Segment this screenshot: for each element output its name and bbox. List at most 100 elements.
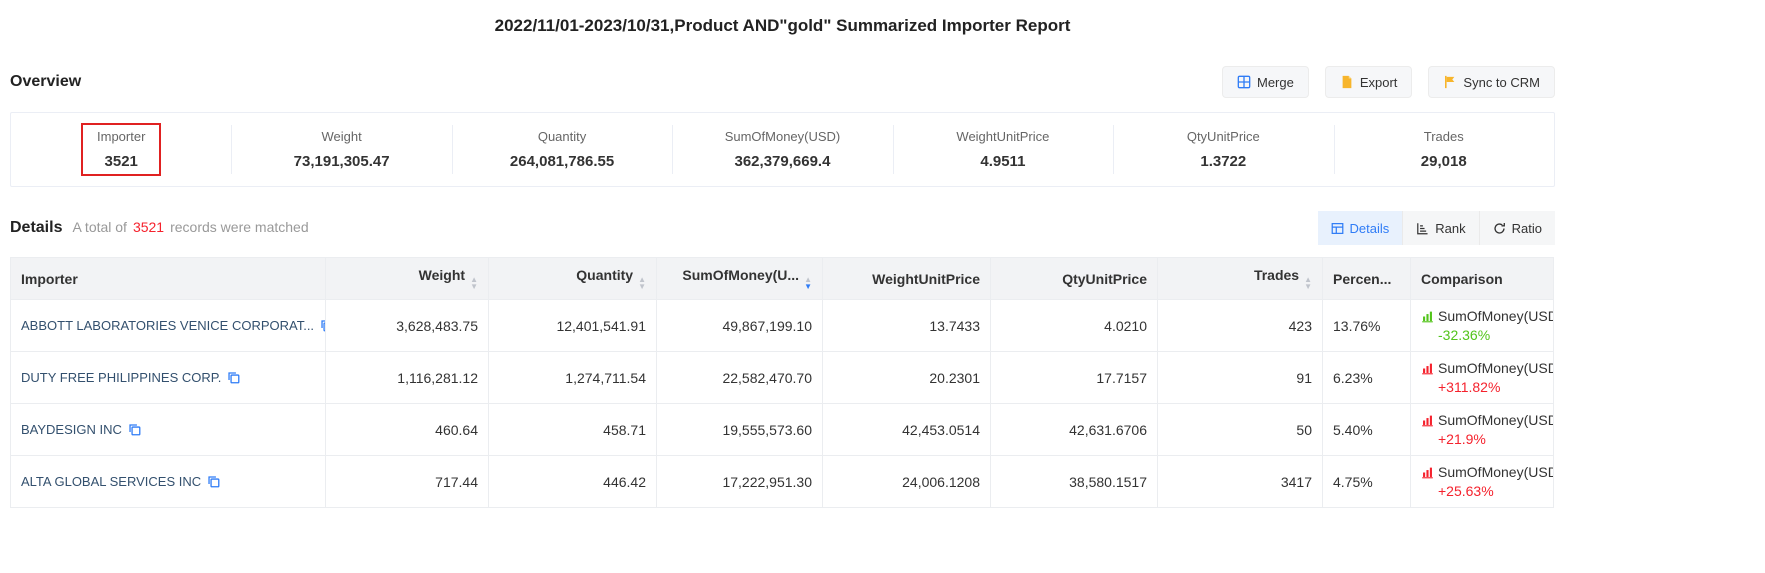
col-label: QtyUnitPrice <box>1062 271 1147 287</box>
cell-weight: 3,628,483.75 <box>326 300 489 352</box>
copy-icon[interactable] <box>207 475 220 491</box>
bar-chart-icon <box>1421 414 1434 427</box>
stat-weight: Weight 73,191,305.47 <box>231 113 451 186</box>
stat-label: QtyUnitPrice <box>1187 129 1260 144</box>
importer-table: Importer Weight ▲▼ Quantity ▲▼ SumOfMoney(… <box>10 257 1554 508</box>
importer-name-link[interactable]: ABBOTT LABORATORIES VENICE CORPORAT... <box>21 318 314 333</box>
bar-chart-icon <box>1421 466 1434 479</box>
cell-weight-unit-price: 42,453.0514 <box>823 404 991 456</box>
col-header-trades[interactable]: Trades▲▼ <box>1158 258 1323 300</box>
comparison-cell: SumOfMoney(USD) -32.36% <box>1411 300 1554 352</box>
comparison-cell: SumOfMoney(USD) +311.82% <box>1411 352 1554 404</box>
table-header-row: Importer Weight ▲▼ Quantity ▲▼ SumOfMoney(… <box>11 258 1554 300</box>
stat-label: Trades <box>1421 129 1467 144</box>
rank-chart-icon <box>1416 222 1429 235</box>
cell-percent: 5.40% <box>1323 404 1411 456</box>
merge-button[interactable]: Merge <box>1222 66 1309 98</box>
col-header-weight[interactable]: Weight ▲▼ <box>326 258 489 300</box>
tab-ratio-label: Ratio <box>1512 221 1542 236</box>
cell-trades: 423 <box>1158 300 1323 352</box>
importer-name-link[interactable]: ALTA GLOBAL SERVICES INC <box>21 474 201 489</box>
col-header-percent: Percen... <box>1323 258 1411 300</box>
bar-chart-icon <box>1421 362 1434 375</box>
stat-label: Quantity <box>510 129 614 144</box>
col-label: WeightUnitPrice <box>872 271 980 287</box>
export-button[interactable]: Export <box>1325 66 1413 98</box>
comparison-change: +25.63% <box>1421 483 1543 499</box>
comparison-label: SumOfMoney(USD) <box>1438 464 1554 480</box>
col-header-quantity[interactable]: Quantity ▲▼ <box>489 258 657 300</box>
cell-trades: 50 <box>1158 404 1323 456</box>
col-header-comparison: Comparison <box>1411 258 1554 300</box>
cell-sum-of-money: 22,582,470.70 <box>657 352 823 404</box>
stat-value: 362,379,669.4 <box>725 153 841 170</box>
col-label: Weight <box>419 267 465 283</box>
stat-label: Importer <box>97 129 145 144</box>
sort-icon[interactable]: ▲▼ <box>804 276 812 290</box>
comparison-label: SumOfMoney(USD) <box>1438 412 1554 428</box>
cell-trades: 3417 <box>1158 456 1323 508</box>
cell-qty-unit-price: 38,580.1517 <box>991 456 1158 508</box>
stat-label: Weight <box>294 129 390 144</box>
comparison-cell: SumOfMoney(USD) +21.9% <box>1411 404 1554 456</box>
summary-suffix: records were matched <box>170 219 309 235</box>
export-document-icon <box>1340 75 1354 89</box>
cell-weight: 717.44 <box>326 456 489 508</box>
sort-icon[interactable]: ▲▼ <box>470 276 478 290</box>
copy-icon[interactable] <box>128 423 141 439</box>
cell-quantity: 1,274,711.54 <box>489 352 657 404</box>
overview-header: Overview Merge Export <box>10 66 1555 98</box>
stat-sum-of-money: SumOfMoney(USD) 362,379,669.4 <box>672 113 892 186</box>
cell-percent: 4.75% <box>1323 456 1411 508</box>
sort-icon[interactable]: ▲▼ <box>638 276 646 290</box>
table-row[interactable]: ALTA GLOBAL SERVICES INC 717.44 446.42 1… <box>11 456 1554 508</box>
stat-label: WeightUnitPrice <box>956 129 1049 144</box>
page-title: 2022/11/01-2023/10/31,Product AND"gold" … <box>10 0 1555 36</box>
toolbar: Merge Export Sync to CRM <box>1222 66 1555 98</box>
table-icon <box>1331 222 1344 235</box>
importer-name-link[interactable]: DUTY FREE PHILIPPINES CORP. <box>21 370 221 385</box>
cell-quantity: 446.42 <box>489 456 657 508</box>
cell-sum-of-money: 19,555,573.60 <box>657 404 823 456</box>
col-label: Quantity <box>576 267 633 283</box>
tab-rank-label: Rank <box>1435 221 1465 236</box>
cell-qty-unit-price: 4.0210 <box>991 300 1158 352</box>
table-row[interactable]: BAYDESIGN INC 460.64 458.71 19,555,573.6… <box>11 404 1554 456</box>
summary-prefix: A total of <box>72 219 126 235</box>
stat-value: 3521 <box>97 153 145 170</box>
tab-ratio[interactable]: Ratio <box>1479 211 1555 245</box>
tab-rank[interactable]: Rank <box>1402 211 1478 245</box>
copy-icon[interactable] <box>227 371 240 387</box>
cell-qty-unit-price: 17.7157 <box>991 352 1158 404</box>
sync-to-crm-button[interactable]: Sync to CRM <box>1428 66 1555 98</box>
comparison-cell: SumOfMoney(USD) +25.63% <box>1411 456 1554 508</box>
tab-details-label: Details <box>1350 221 1390 236</box>
tab-details[interactable]: Details <box>1318 211 1403 245</box>
stat-value: 29,018 <box>1421 153 1467 170</box>
merge-button-label: Merge <box>1257 75 1294 90</box>
bar-chart-icon <box>1421 310 1434 323</box>
details-header: Details A total of3521records were match… <box>10 211 1555 245</box>
importer-name-link[interactable]: BAYDESIGN INC <box>21 422 122 437</box>
overview-stats-bar: Importer 3521 Weight 73,191,305.47 Quant… <box>10 112 1555 187</box>
stat-value: 264,081,786.55 <box>510 153 614 170</box>
table-row[interactable]: ABBOTT LABORATORIES VENICE CORPORAT... 3… <box>11 300 1554 352</box>
sync-to-crm-button-label: Sync to CRM <box>1463 75 1540 90</box>
sync-flag-icon <box>1443 75 1457 89</box>
copy-icon[interactable] <box>320 319 325 335</box>
overview-heading: Overview <box>10 73 81 91</box>
comparison-label: SumOfMoney(USD) <box>1438 308 1554 324</box>
col-header-importer: Importer <box>11 258 326 300</box>
cell-percent: 13.76% <box>1323 300 1411 352</box>
details-heading-group: Details A total of3521records were match… <box>10 219 309 237</box>
col-header-sum-of-money[interactable]: SumOfMoney(U... ▲▼ <box>657 258 823 300</box>
table-row[interactable]: DUTY FREE PHILIPPINES CORP. 1,116,281.12… <box>11 352 1554 404</box>
comparison-change: +311.82% <box>1421 379 1543 395</box>
match-summary: A total of3521records were matched <box>72 219 308 235</box>
col-header-weight-unit-price: WeightUnitPrice <box>823 258 991 300</box>
col-label: Comparison <box>1421 271 1503 287</box>
sort-icon[interactable]: ▲▼ <box>1304 276 1312 290</box>
col-label: SumOfMoney(U... <box>682 267 799 283</box>
col-label: Importer <box>21 271 78 287</box>
stat-value: 1.3722 <box>1187 153 1260 170</box>
